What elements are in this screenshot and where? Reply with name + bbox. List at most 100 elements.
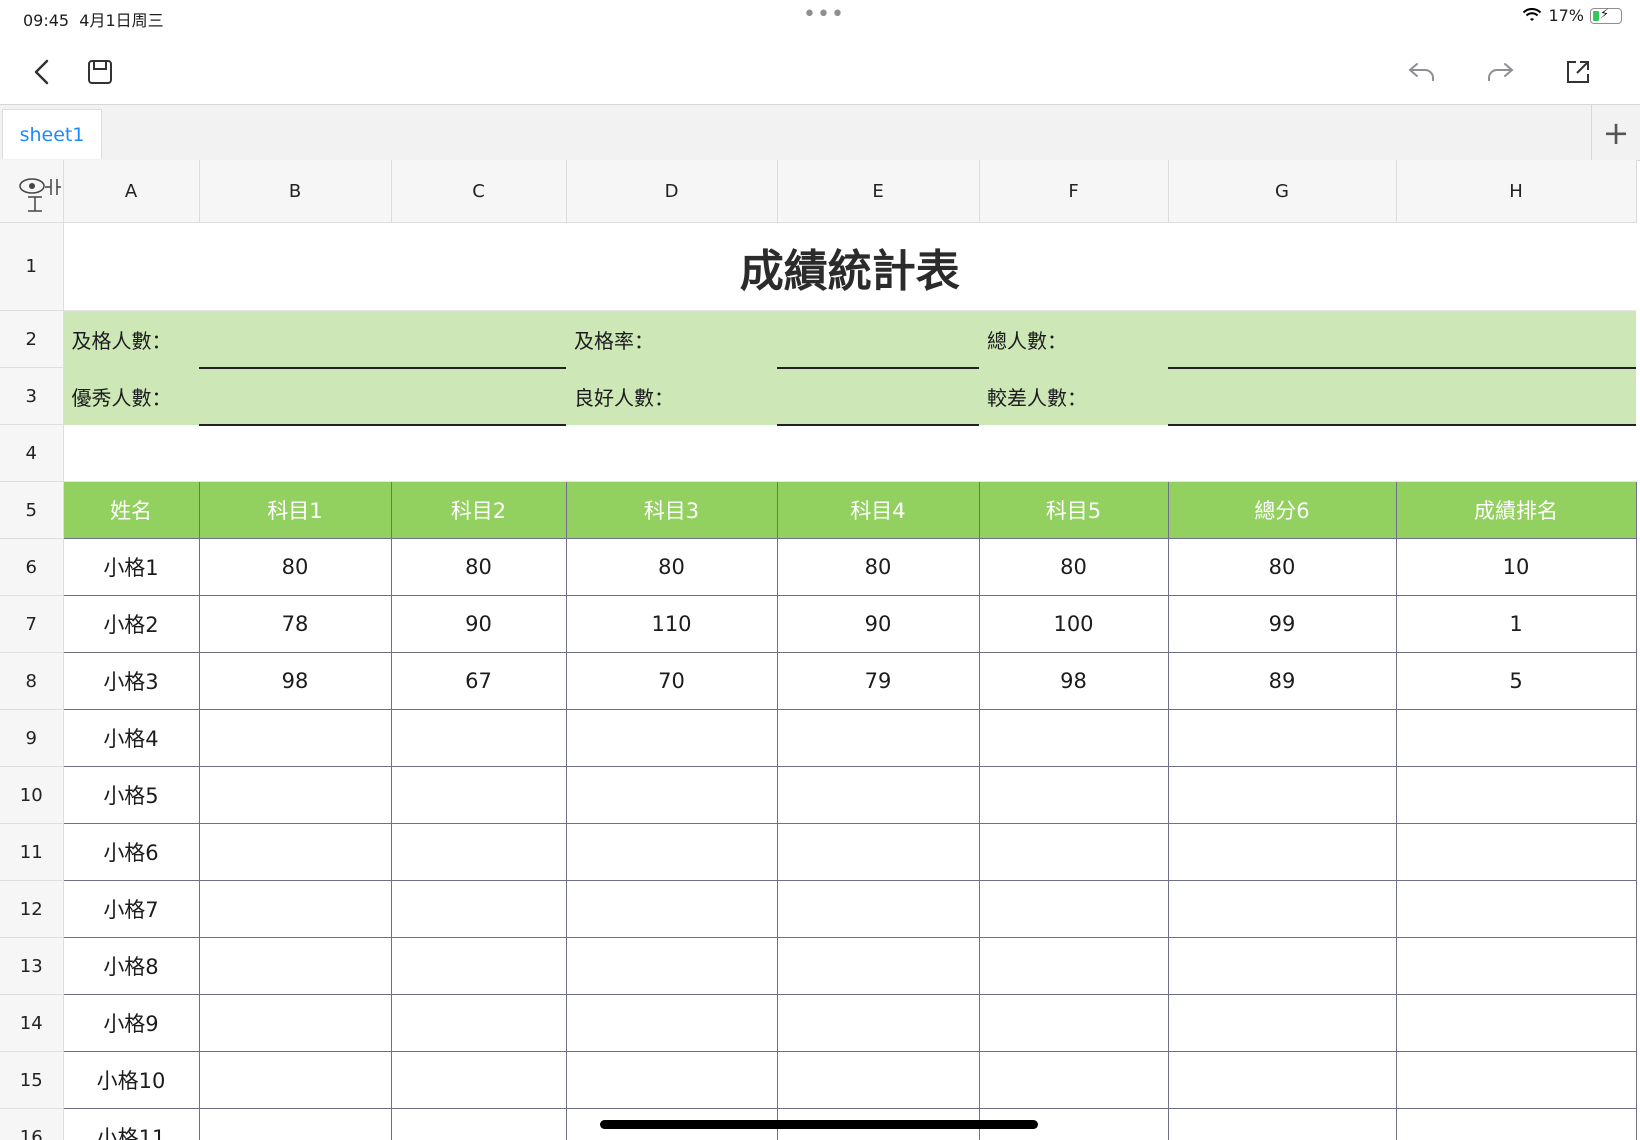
redo-icon[interactable] xyxy=(1480,52,1520,92)
freeze-panes-icon[interactable] xyxy=(1,161,62,217)
column-header[interactable]: E xyxy=(777,160,980,223)
rank-cell[interactable]: 10 xyxy=(1395,538,1637,596)
row-header[interactable]: 14 xyxy=(0,994,64,1052)
total-cell[interactable] xyxy=(1167,823,1397,881)
total-cell[interactable]: 99 xyxy=(1167,595,1397,653)
row-header[interactable]: 1 xyxy=(0,222,64,311)
score-cell[interactable] xyxy=(978,709,1169,767)
score-cell[interactable]: 110 xyxy=(565,595,778,653)
rank-cell[interactable] xyxy=(1395,709,1637,767)
score-cell[interactable] xyxy=(565,766,778,824)
rank-cell[interactable] xyxy=(1395,1051,1637,1109)
score-cell[interactable]: 70 xyxy=(565,652,778,710)
score-cell[interactable]: 80 xyxy=(565,538,778,596)
table-header-cell[interactable]: 成績排名 xyxy=(1395,481,1637,539)
name-cell[interactable]: 小格11 xyxy=(62,1108,200,1140)
table-header-cell[interactable]: 科目5 xyxy=(978,481,1169,539)
score-cell[interactable] xyxy=(198,823,392,881)
rank-cell[interactable] xyxy=(1395,1108,1637,1140)
column-header[interactable]: D xyxy=(566,160,778,223)
rank-cell[interactable]: 1 xyxy=(1395,595,1637,653)
summary-label-cell[interactable]: 較差人數： xyxy=(979,367,1168,425)
rank-cell[interactable] xyxy=(1395,880,1637,938)
score-cell[interactable] xyxy=(198,880,392,938)
table-header-cell[interactable]: 科目4 xyxy=(776,481,980,539)
score-cell[interactable] xyxy=(776,1051,980,1109)
score-cell[interactable]: 80 xyxy=(390,538,567,596)
spreadsheet-grid[interactable]: A B C D E F G H 1 成績統計表 2 及格人數： 及格率： 總人數… xyxy=(0,160,1640,1140)
table-header-cell[interactable]: 總分6 xyxy=(1167,481,1397,539)
summary-label-cell[interactable]: 優秀人數： xyxy=(63,367,199,425)
row-header[interactable]: 4 xyxy=(0,424,64,482)
summary-label-cell[interactable]: 良好人數： xyxy=(566,367,777,425)
summary-value-cell[interactable] xyxy=(777,367,979,426)
total-cell[interactable] xyxy=(1167,880,1397,938)
multitasking-dots-icon[interactable]: ••• xyxy=(803,2,845,27)
score-cell[interactable] xyxy=(978,994,1169,1052)
score-cell[interactable]: 80 xyxy=(198,538,392,596)
score-cell[interactable] xyxy=(776,880,980,938)
name-cell[interactable]: 小格4 xyxy=(62,709,200,767)
summary-label-cell[interactable]: 總人數： xyxy=(979,310,1168,368)
score-cell[interactable] xyxy=(198,766,392,824)
name-cell[interactable]: 小格5 xyxy=(62,766,200,824)
name-cell[interactable]: 小格10 xyxy=(62,1051,200,1109)
score-cell[interactable] xyxy=(390,823,567,881)
score-cell[interactable] xyxy=(198,709,392,767)
tab-sheet1[interactable]: sheet1 xyxy=(2,109,102,159)
score-cell[interactable] xyxy=(978,880,1169,938)
summary-label-cell[interactable]: 及格率： xyxy=(566,310,777,368)
score-cell[interactable]: 90 xyxy=(390,595,567,653)
score-cell[interactable] xyxy=(198,1108,392,1140)
total-cell[interactable]: 80 xyxy=(1167,538,1397,596)
home-indicator[interactable] xyxy=(600,1120,1038,1129)
score-cell[interactable] xyxy=(978,766,1169,824)
sheet-title-cell[interactable]: 成績統計表 xyxy=(63,222,1636,311)
score-cell[interactable] xyxy=(776,937,980,995)
name-cell[interactable]: 小格1 xyxy=(62,538,200,596)
summary-value-cell[interactable] xyxy=(777,310,979,369)
score-cell[interactable]: 80 xyxy=(776,538,980,596)
rank-cell[interactable] xyxy=(1395,937,1637,995)
name-cell[interactable]: 小格3 xyxy=(62,652,200,710)
total-cell[interactable] xyxy=(1167,994,1397,1052)
row-header[interactable]: 9 xyxy=(0,709,64,767)
rank-cell[interactable] xyxy=(1395,994,1637,1052)
select-all-corner[interactable] xyxy=(0,160,64,223)
row-header[interactable]: 11 xyxy=(0,823,64,881)
score-cell[interactable] xyxy=(390,994,567,1052)
score-cell[interactable] xyxy=(978,1051,1169,1109)
rank-cell[interactable]: 5 xyxy=(1395,652,1637,710)
score-cell[interactable]: 67 xyxy=(390,652,567,710)
score-cell[interactable] xyxy=(776,709,980,767)
score-cell[interactable] xyxy=(198,937,392,995)
add-sheet-button[interactable]: + xyxy=(1591,105,1640,160)
table-header-cell[interactable]: 科目2 xyxy=(390,481,567,539)
total-cell[interactable] xyxy=(1167,937,1397,995)
row-header[interactable]: 7 xyxy=(0,595,64,653)
score-cell[interactable]: 100 xyxy=(978,595,1169,653)
score-cell[interactable] xyxy=(565,937,778,995)
total-cell[interactable] xyxy=(1167,1051,1397,1109)
row-header[interactable]: 2 xyxy=(0,310,64,368)
row-header[interactable]: 15 xyxy=(0,1051,64,1109)
score-cell[interactable] xyxy=(390,937,567,995)
total-cell[interactable]: 89 xyxy=(1167,652,1397,710)
score-cell[interactable] xyxy=(390,880,567,938)
rank-cell[interactable] xyxy=(1395,823,1637,881)
score-cell[interactable] xyxy=(565,880,778,938)
score-cell[interactable]: 79 xyxy=(776,652,980,710)
summary-label-cell[interactable]: 及格人數： xyxy=(63,310,199,368)
column-header[interactable]: C xyxy=(391,160,567,223)
score-cell[interactable] xyxy=(390,1051,567,1109)
score-cell[interactable]: 80 xyxy=(978,538,1169,596)
column-header[interactable]: F xyxy=(979,160,1169,223)
score-cell[interactable] xyxy=(565,1051,778,1109)
table-header-cell[interactable]: 科目3 xyxy=(565,481,778,539)
score-cell[interactable] xyxy=(978,937,1169,995)
name-cell[interactable]: 小格6 xyxy=(62,823,200,881)
name-cell[interactable]: 小格2 xyxy=(62,595,200,653)
total-cell[interactable] xyxy=(1167,709,1397,767)
column-header[interactable]: G xyxy=(1168,160,1397,223)
back-chevron-icon[interactable] xyxy=(22,52,62,92)
